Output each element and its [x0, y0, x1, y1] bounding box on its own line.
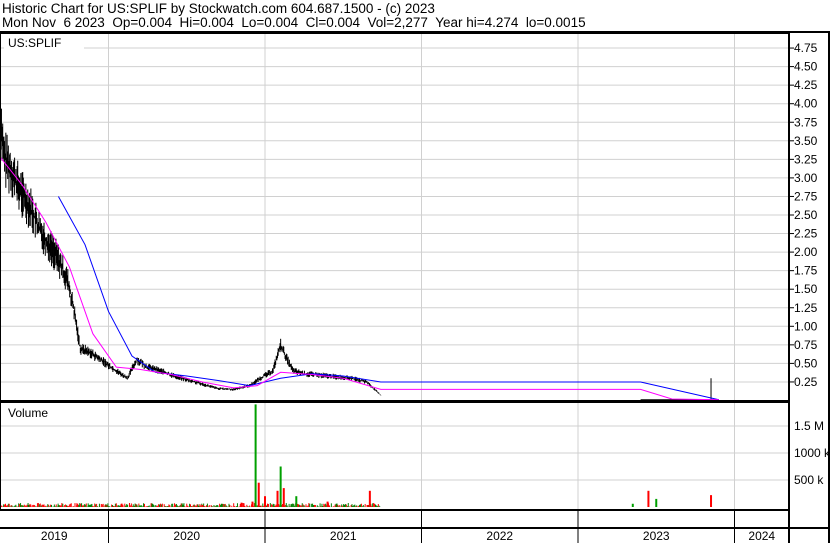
volume-bar	[254, 404, 257, 507]
volume-bar	[647, 490, 650, 507]
price-tick-label: 4.75	[794, 41, 818, 55]
price-tick-label: 3.50	[794, 134, 818, 148]
price-tick-label: 2.00	[794, 245, 818, 259]
price-tick-label: 3.00	[794, 171, 818, 185]
volume-bar	[21, 505, 24, 507]
year-label: 2024	[748, 529, 775, 543]
stock-chart: Historic Chart for US:SPLIF by Stockwatc…	[0, 0, 830, 543]
price-tick-label: 0.75	[794, 338, 818, 352]
price-tick-label: 2.75	[794, 189, 818, 203]
year-label: 2019	[41, 529, 68, 543]
chart-canvas: US:SPLIF Volume 0.25 0.50 0.75 1.00 1.25 1.50…	[0, 31, 830, 543]
price-tick-label: 4.25	[794, 78, 818, 92]
volume-bar	[631, 503, 634, 507]
price-tick-label: 2.50	[794, 208, 818, 222]
marks	[0, 96, 719, 507]
volume-bar	[282, 488, 285, 507]
volume-tick-label: 1.5 M	[794, 419, 824, 433]
price-tick-label: 1.00	[794, 319, 818, 333]
price-tick-label: 1.50	[794, 282, 818, 296]
volume-bar	[276, 490, 279, 507]
price-tick-label: 0.25	[794, 375, 818, 389]
volume-bar	[279, 466, 282, 507]
volume-bar	[710, 495, 713, 507]
year-label: 2023	[643, 529, 670, 543]
volume-bar	[240, 502, 243, 507]
volume-bar	[326, 501, 329, 507]
volume-bar	[295, 496, 298, 507]
volume-bar	[368, 490, 371, 507]
volume-bar	[257, 482, 260, 507]
volume-panel-border	[0, 401, 790, 511]
grid	[0, 33, 794, 543]
price-tick-label: 4.00	[794, 97, 818, 111]
volume-bar	[655, 498, 658, 507]
volume-bar	[251, 501, 254, 507]
volume-bar	[76, 504, 79, 507]
price-tick-label: 2.25	[794, 227, 818, 241]
price-tick-label: 0.50	[794, 356, 818, 370]
volume-label: Volume	[8, 406, 48, 420]
year-label: 2022	[486, 529, 513, 543]
price-tick-label: 3.75	[794, 115, 818, 129]
price-tick-label: 4.50	[794, 60, 818, 74]
volume-bar	[201, 504, 204, 507]
volume-bar	[264, 496, 266, 507]
price-tick-label: 3.25	[794, 152, 818, 166]
volume-tick-label: 500 k	[794, 473, 824, 487]
volume-bar	[138, 505, 141, 507]
price-tick-label: 1.25	[794, 301, 818, 315]
year-label: 2021	[330, 529, 357, 543]
symbol-label: US:SPLIF	[8, 36, 61, 50]
year-label: 2020	[173, 529, 200, 543]
price-panel-border	[0, 32, 790, 402]
price-tick-label: 1.75	[794, 264, 818, 278]
volume-tick-label: 1000 k	[794, 446, 830, 460]
